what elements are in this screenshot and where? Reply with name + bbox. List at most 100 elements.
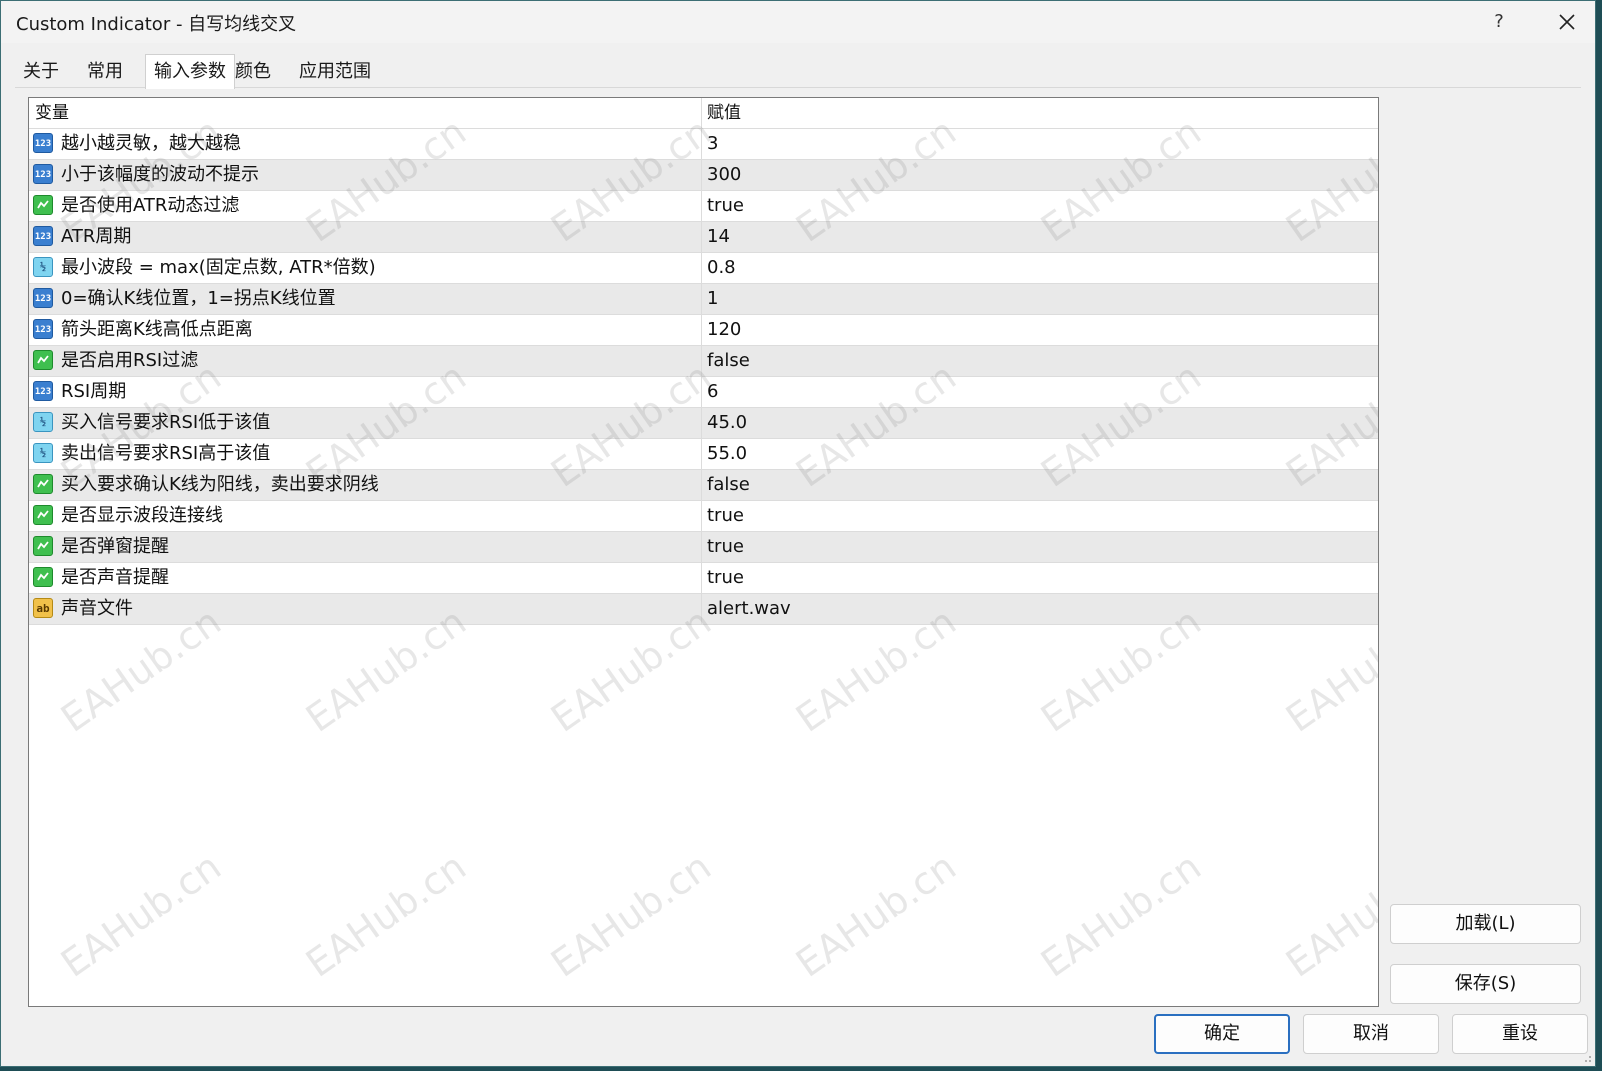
window-title: Custom Indicator - 自写均线交叉 (16, 14, 297, 35)
grid-header: 变量 赋值 (29, 98, 1378, 129)
parameter-name: 是否使用ATR动态过滤 (61, 195, 240, 216)
cell-divider (701, 129, 702, 159)
watermark-text: EAHub.cn (1033, 844, 1209, 986)
parameter-row[interactable]: ½ 卖出信号要求RSI高于该值 55.0 (29, 439, 1378, 470)
cell-divider (701, 315, 702, 345)
parameter-name: 是否显示波段连接线 (61, 505, 223, 526)
boolean-icon (33, 350, 53, 370)
cell-divider (701, 377, 702, 407)
parameter-value[interactable]: true (707, 191, 744, 221)
parameter-value[interactable]: true (707, 501, 744, 531)
title-bar: Custom Indicator - 自写均线交叉 ? (1, 1, 1595, 43)
parameter-name: RSI周期 (61, 381, 127, 402)
tab-common[interactable]: 常用 (79, 57, 131, 87)
header-variable: 变量 (35, 103, 69, 123)
reset-button[interactable]: 重设 (1452, 1014, 1588, 1054)
integer-icon: 123 (33, 381, 53, 401)
cell-divider (701, 191, 702, 221)
parameter-row[interactable]: 123 RSI周期 6 (29, 377, 1378, 408)
parameter-row[interactable]: 是否弹窗提醒 true (29, 532, 1378, 563)
parameter-value[interactable]: 45.0 (707, 408, 747, 438)
parameter-name: 是否启用RSI过滤 (61, 350, 199, 371)
parameter-name: 箭头距离K线高低点距离 (61, 319, 253, 340)
integer-icon: 123 (33, 319, 53, 339)
cell-divider (701, 408, 702, 438)
parameter-row[interactable]: 123 箭头距离K线高低点距离 120 (29, 315, 1378, 346)
watermark-text: EAHub.cn (543, 844, 719, 986)
cell-divider (701, 563, 702, 593)
watermark-text: EAHub.cn (298, 844, 474, 986)
boolean-icon (33, 536, 53, 556)
cell-divider (701, 594, 702, 624)
parameter-row[interactable]: 是否启用RSI过滤 false (29, 346, 1378, 377)
double-icon: ½ (33, 443, 53, 463)
close-button[interactable] (1549, 7, 1585, 37)
parameter-row[interactable]: 是否声音提醒 true (29, 563, 1378, 594)
double-icon: ½ (33, 257, 53, 277)
tab-colors[interactable]: 颜色 (227, 57, 279, 87)
parameter-name: 买入要求确认K线为阳线，卖出要求阴线 (61, 474, 379, 495)
parameter-name: 买入信号要求RSI低于该值 (61, 412, 271, 433)
integer-icon: 123 (33, 288, 53, 308)
parameter-value[interactable]: alert.wav (707, 594, 791, 624)
parameter-value[interactable]: 6 (707, 377, 718, 407)
cell-divider (701, 470, 702, 500)
parameter-name: 是否弹窗提醒 (61, 536, 169, 557)
parameter-value[interactable]: false (707, 346, 750, 376)
parameters-grid: 变量 赋值 123 越小越灵敏，越大越稳 3 123 小于该幅度的波动不提示 300 是否使… (28, 97, 1379, 1007)
integer-icon: 123 (33, 133, 53, 153)
parameter-row[interactable]: ab 声音文件 alert.wav (29, 594, 1378, 625)
parameter-name: 最小波段 = max(固定点数, ATR*倍数) (61, 257, 376, 278)
load-button[interactable]: 加载(L) (1390, 904, 1581, 944)
parameter-value[interactable]: 300 (707, 160, 741, 190)
watermark-text: EAHub.cn (53, 844, 229, 986)
parameter-name: 声音文件 (61, 598, 133, 619)
tab-visualization[interactable]: 应用范围 (291, 57, 379, 87)
parameter-value[interactable]: 14 (707, 222, 730, 252)
cell-divider (701, 284, 702, 314)
cell-divider (701, 501, 702, 531)
parameter-value[interactable]: 0.8 (707, 253, 736, 283)
ok-button[interactable]: 确定 (1154, 1014, 1290, 1054)
parameter-row[interactable]: 123 越小越灵敏，越大越稳 3 (29, 129, 1378, 160)
parameter-value[interactable]: 1 (707, 284, 718, 314)
parameter-row[interactable]: 是否显示波段连接线 true (29, 501, 1378, 532)
parameter-value[interactable]: true (707, 563, 744, 593)
help-button[interactable]: ? (1481, 7, 1517, 37)
parameter-row[interactable]: 买入要求确认K线为阳线，卖出要求阴线 false (29, 470, 1378, 501)
integer-icon: 123 (33, 164, 53, 184)
parameter-value[interactable]: false (707, 470, 750, 500)
string-icon: ab (33, 598, 53, 618)
tab-about[interactable]: 关于 (15, 57, 67, 87)
save-button[interactable]: 保存(S) (1390, 964, 1581, 1004)
parameter-row[interactable]: ½ 最小波段 = max(固定点数, ATR*倍数) 0.8 (29, 253, 1378, 284)
watermark-text: EAHub.cn (1278, 844, 1379, 986)
parameter-value[interactable]: 120 (707, 315, 741, 345)
tab-inputs[interactable]: 输入参数 (145, 54, 235, 89)
close-icon (1559, 14, 1575, 30)
parameter-name: 0=确认K线位置，1=拐点K线位置 (61, 288, 336, 309)
watermark-text: EAHub.cn (788, 844, 964, 986)
header-value: 赋值 (707, 103, 741, 123)
resize-grip-icon[interactable] (1580, 1051, 1592, 1063)
cell-divider (701, 160, 702, 190)
parameter-row[interactable]: 是否使用ATR动态过滤 true (29, 191, 1378, 222)
parameter-name: ATR周期 (61, 226, 132, 247)
boolean-icon (33, 195, 53, 215)
parameter-value[interactable]: 55.0 (707, 439, 747, 469)
double-icon: ½ (33, 412, 53, 432)
parameter-row[interactable]: ½ 买入信号要求RSI低于该值 45.0 (29, 408, 1378, 439)
parameter-row[interactable]: 123 ATR周期 14 (29, 222, 1378, 253)
parameter-row[interactable]: 123 小于该幅度的波动不提示 300 (29, 160, 1378, 191)
tab-strip: 关于 常用 输入参数 颜色 应用范围 (15, 54, 1581, 89)
column-divider[interactable] (701, 98, 702, 128)
cell-divider (701, 439, 702, 469)
parameter-row[interactable]: 123 0=确认K线位置，1=拐点K线位置 1 (29, 284, 1378, 315)
parameter-value[interactable]: true (707, 532, 744, 562)
cell-divider (701, 532, 702, 562)
cancel-button[interactable]: 取消 (1303, 1014, 1439, 1054)
dialog-window: Custom Indicator - 自写均线交叉 ? 关于 常用 输入参数 颜… (0, 0, 1596, 1067)
boolean-icon (33, 505, 53, 525)
parameter-name: 卖出信号要求RSI高于该值 (61, 443, 271, 464)
parameter-value[interactable]: 3 (707, 129, 718, 159)
